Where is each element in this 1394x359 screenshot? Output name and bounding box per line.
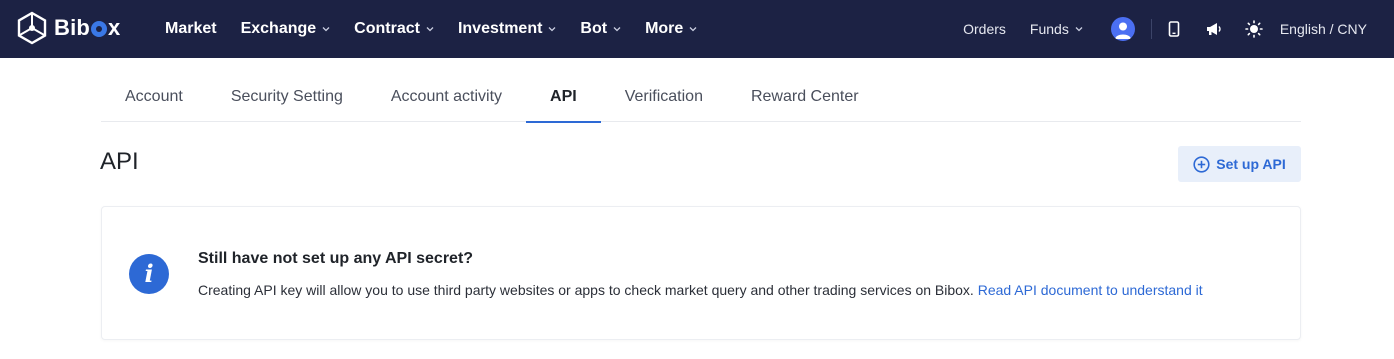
brand-o-mark [91,21,108,37]
chevron-down-icon [689,25,697,33]
nav-market-label: Market [165,20,217,37]
nav-market[interactable]: Market [165,20,217,38]
nav-right-group: Orders Funds English / CNY [963,0,1394,58]
mobile-phone-icon[interactable] [1164,19,1184,39]
set-up-api-button[interactable]: Set up API [1178,146,1301,182]
nav-exchange[interactable]: Exchange [241,20,331,38]
sun-icon[interactable] [1244,19,1264,39]
megaphone-icon[interactable] [1204,19,1224,39]
funds-label: Funds [1029,21,1069,37]
notice-description: Creating API key will allow you to use t… [198,282,1203,298]
brand-name: Bib x [54,15,120,41]
language-currency-selector[interactable]: English / CNY [1280,21,1367,37]
tab-account-label: Account [125,88,183,105]
set-up-api-label: Set up API [1216,156,1286,172]
read-api-document-link[interactable]: Read API document to understand it [978,282,1203,298]
tab-api[interactable]: API [526,72,601,123]
top-navigation-bar: Bib x Market Exchange Contract Investment… [0,0,1394,58]
nav-divider [1150,19,1152,39]
tab-api-label: API [550,88,577,105]
notice-description-text: Creating API key will allow you to use t… [198,282,974,298]
hexagon-network-icon [16,11,48,45]
chevron-down-icon [613,25,621,33]
tab-reward-center-label: Reward Center [750,88,859,105]
chevron-down-icon [426,25,434,33]
tab-account-activity[interactable]: Account activity [367,72,526,122]
chevron-down-icon [322,25,330,33]
notice-title: Still have not set up any API secret? [198,250,474,267]
nav-contract-label: Contract [354,20,420,37]
info-icon: i [129,254,169,294]
nav-investment[interactable]: Investment [458,20,556,38]
brand-name-prefix: Bib [54,15,91,40]
tab-verification[interactable]: Verification [601,72,727,122]
brand-name-suffix: x [108,15,121,40]
nav-exchange-label: Exchange [240,20,317,37]
nav-more-label: More [645,20,684,37]
orders-label: Orders [963,21,1006,37]
nav-contract[interactable]: Contract [354,20,434,38]
api-empty-notice-card: i Still have not set up any API secret? … [101,206,1301,340]
language-label: English / CNY [1279,21,1367,37]
main-nav: Market Exchange Contract Investment Bot … [165,0,721,58]
nav-bot-label: Bot [580,20,608,37]
tab-verification-label: Verification [624,88,703,105]
account-tabs: Account Security Setting Account activit… [101,72,1301,123]
nav-bot[interactable]: Bot [580,20,621,38]
tab-security-setting-label: Security Setting [230,88,343,105]
plus-circle-icon [1193,155,1210,173]
page-title: API [100,148,139,175]
nav-more[interactable]: More [645,20,697,38]
tab-security-setting[interactable]: Security Setting [207,72,367,122]
user-avatar-icon[interactable] [1110,17,1135,41]
tab-account-activity-label: Account activity [390,88,503,105]
chevron-down-icon [548,25,556,33]
nav-investment-label: Investment [457,20,543,37]
tab-account[interactable]: Account [101,72,207,122]
brand-logo[interactable]: Bib x [16,9,120,47]
tab-reward-center[interactable]: Reward Center [727,72,883,122]
chevron-down-icon [1075,25,1083,33]
orders-link[interactable]: Orders [963,21,1006,37]
funds-menu[interactable]: Funds [1030,21,1083,37]
